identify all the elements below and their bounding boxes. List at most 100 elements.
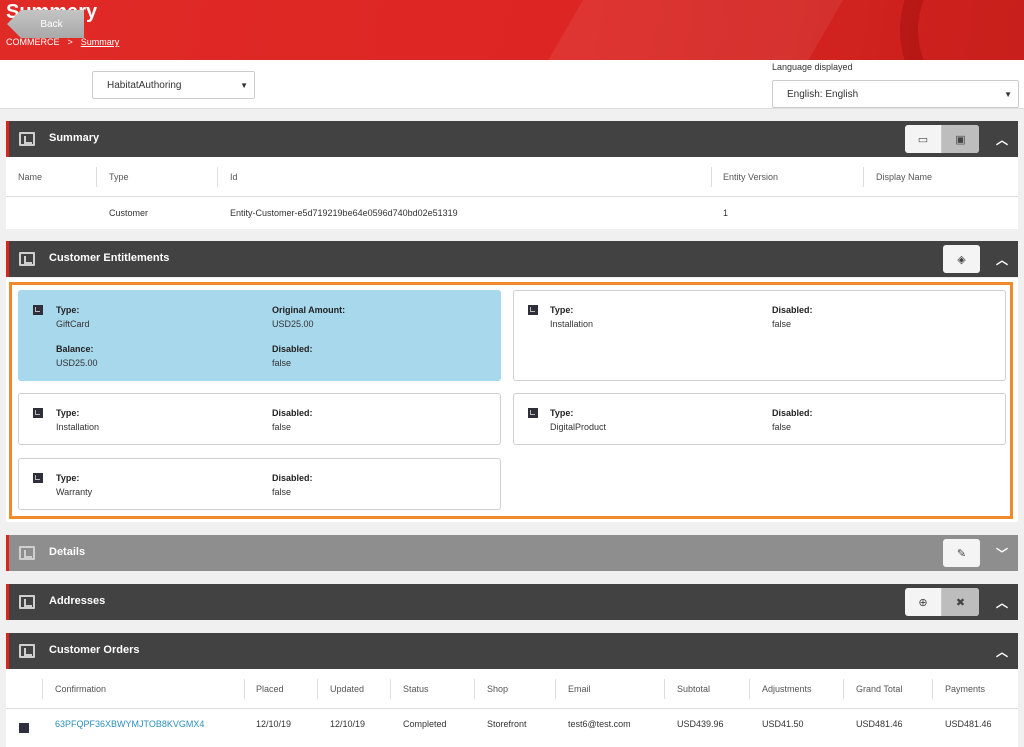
addresses-actions: ⊕ ✖: [905, 588, 979, 616]
field-label: Type:: [550, 408, 574, 418]
header-decoration: [513, 0, 867, 60]
details-panel-title: Details: [49, 546, 86, 558]
field-label: Type:: [550, 305, 574, 315]
orders-table: Confirmation Placed Updated Status Shop …: [6, 669, 1018, 747]
field-value: GiftCard: [56, 319, 90, 329]
order-grand-total: USD481.46: [856, 719, 903, 729]
back-button[interactable]: Back: [7, 10, 84, 38]
summary-version-value: 1: [723, 208, 729, 218]
column-header: Confirmation: [55, 684, 107, 694]
column-header: Id: [230, 172, 238, 182]
field-value: Installation: [550, 319, 594, 329]
column-header: Subtotal: [677, 684, 711, 694]
column-header: Name: [18, 172, 43, 182]
column-header: Display Name: [876, 172, 933, 182]
order-adjustments: USD41.50: [762, 719, 804, 729]
entitlement-icon: [528, 408, 538, 418]
column-divider: [217, 167, 218, 187]
remove-icon[interactable]: ✖: [942, 588, 979, 616]
column-divider: [711, 167, 712, 187]
environment-select[interactable]: HabitatAuthoring ▼: [92, 71, 255, 99]
edit-icon[interactable]: ✎: [943, 539, 980, 567]
entitlement-card[interactable]: Type: Warranty Disabled: false: [18, 458, 501, 510]
column-header: Type: [109, 172, 129, 182]
orders-panel-header: Customer Orders ︿: [6, 633, 1018, 669]
details-panel-header: Details ✎ ﹀: [6, 535, 1018, 571]
column-header: Entity Version: [723, 172, 779, 182]
entitlements-body: Type: GiftCard Original Amount: USD25.00…: [6, 278, 1018, 522]
field-value: DigitalProduct: [550, 422, 607, 432]
table-row[interactable]: 63PFQPF36XBWYMJTOB8KVGMX4 12/10/19 12/10…: [6, 709, 1018, 739]
field-value: false: [272, 422, 292, 432]
add-circle-icon[interactable]: ⊕: [905, 588, 942, 616]
breadcrumb: COMMERCE > Summary: [6, 37, 119, 47]
column-header: Payments: [945, 684, 986, 694]
row-divider: [6, 196, 1018, 197]
chevron-up-icon[interactable]: ︿: [996, 643, 1008, 660]
chevron-up-icon[interactable]: ︿: [996, 131, 1008, 148]
entitlement-card[interactable]: Type: GiftCard Original Amount: USD25.00…: [18, 290, 501, 381]
field-label: Disabled:: [272, 408, 313, 418]
summary-panel-header: Summary ▭ ▣ ︿: [6, 121, 1018, 157]
field-label: Type:: [56, 408, 80, 418]
field-value: false: [772, 319, 792, 329]
column-header: Shop: [487, 684, 509, 694]
column-header: Grand Total: [856, 684, 903, 694]
summary-view-toggle: ▭ ▣: [905, 125, 979, 153]
field-label: Balance:: [56, 344, 94, 354]
panel-icon: [19, 252, 35, 266]
chevron-down-icon[interactable]: ﹀: [996, 545, 1008, 562]
column-header: Email: [568, 684, 591, 694]
details-actions: ✎: [943, 539, 980, 567]
column-divider: [932, 679, 933, 699]
field-value: Installation: [56, 422, 100, 432]
order-email: test6@test.com: [568, 719, 631, 729]
language-select-value: English: English: [787, 88, 859, 100]
column-divider: [555, 679, 556, 699]
calendar-icon[interactable]: ▭: [905, 125, 942, 153]
entitlement-icon: [33, 305, 43, 315]
entitlement-card[interactable]: Type: DigitalProduct Disabled: false: [513, 393, 1006, 445]
column-header: Placed: [256, 684, 284, 694]
language-select[interactable]: English: English ▼: [772, 80, 1019, 108]
chevron-up-icon[interactable]: ︿: [996, 594, 1008, 611]
entitlement-icon: [33, 408, 43, 418]
breadcrumb-root[interactable]: COMMERCE: [6, 37, 60, 47]
chevron-down-icon: ▼: [240, 81, 248, 90]
panel-icon: [19, 132, 35, 146]
entitlements-panel-title: Customer Entitlements: [49, 252, 170, 264]
order-shop: Storefront: [487, 719, 527, 729]
chevron-down-icon: ▼: [1004, 90, 1012, 99]
entitlement-icon: [33, 473, 43, 483]
field-label: Disabled:: [272, 473, 313, 483]
field-label: Type:: [56, 473, 80, 483]
column-divider: [863, 167, 864, 187]
orders-panel-title: Customer Orders: [49, 644, 140, 656]
entitlement-icon: [528, 305, 538, 315]
tag-icon[interactable]: ◈: [943, 245, 980, 273]
summary-type-value: Customer: [109, 208, 149, 218]
order-updated: 12/10/19: [330, 719, 366, 729]
chevron-up-icon[interactable]: ︿: [996, 251, 1008, 268]
column-header: Status: [403, 684, 429, 694]
summary-id-value: Entity-Customer-e5d719219be64e0596d740bd…: [230, 208, 458, 218]
field-label: Type:: [56, 305, 80, 315]
column-divider: [749, 679, 750, 699]
field-value: USD25.00: [56, 358, 98, 368]
order-payments: USD481.46: [945, 719, 992, 729]
order-subtotal: USD439.96: [677, 719, 724, 729]
field-value: false: [772, 422, 792, 432]
summary-table: Name Type Id Entity Version Display Name…: [6, 157, 1018, 229]
archive-icon[interactable]: ▣: [942, 125, 979, 153]
column-divider: [96, 167, 97, 187]
field-label: Disabled:: [772, 305, 813, 315]
entitlement-card[interactable]: Type: Installation Disabled: false: [513, 290, 1006, 381]
breadcrumb-current[interactable]: Summary: [81, 37, 120, 47]
language-label: Language displayed: [772, 62, 853, 72]
column-divider: [42, 679, 43, 699]
column-divider: [843, 679, 844, 699]
page-header: Summary COMMERCE > Summary: [0, 0, 1024, 60]
addresses-panel-header: Addresses ⊕ ✖ ︿: [6, 584, 1018, 620]
entitlement-card[interactable]: Type: Installation Disabled: false: [18, 393, 501, 445]
order-confirmation-link[interactable]: 63PFQPF36XBWYMJTOB8KVGMX4: [55, 719, 204, 729]
